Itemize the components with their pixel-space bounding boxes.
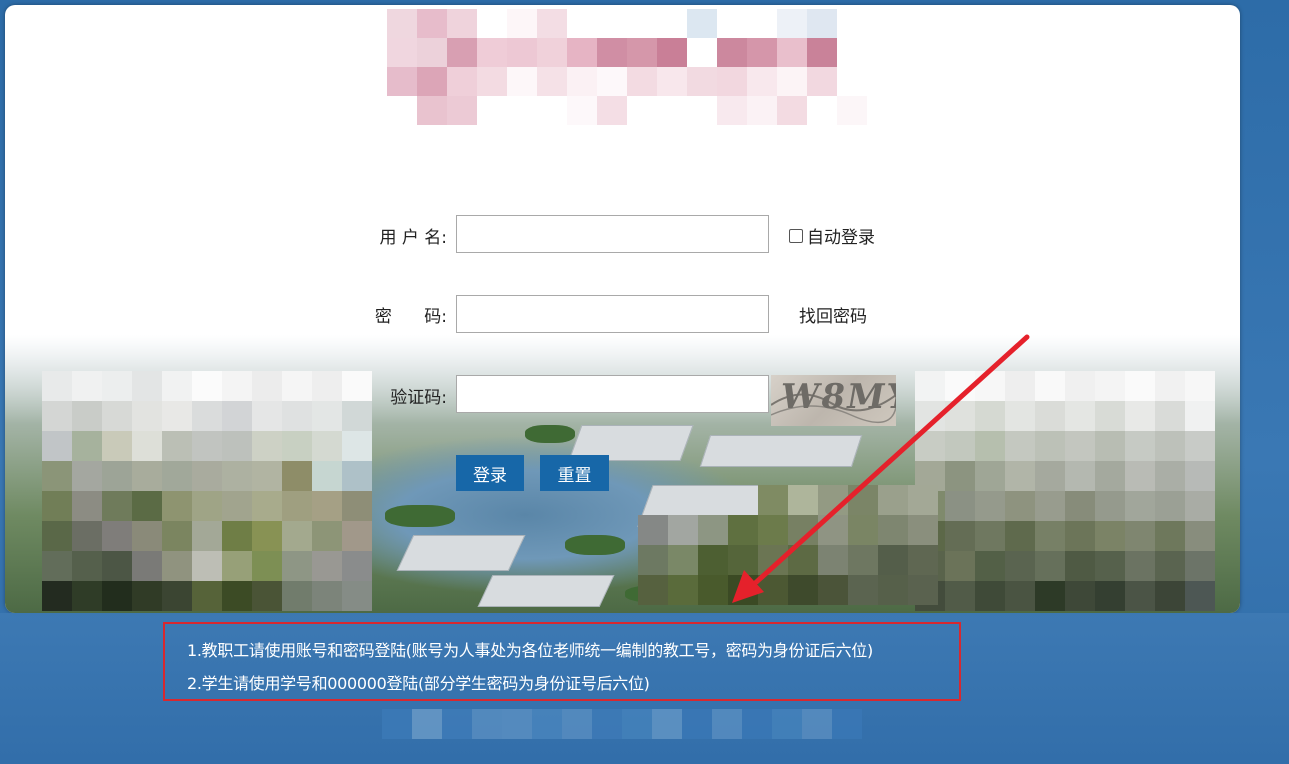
username-label: 用 户 名: bbox=[379, 228, 447, 248]
captcha-label: 验证码: bbox=[390, 388, 447, 408]
password-input[interactable] bbox=[456, 295, 769, 333]
reset-button[interactable]: 重置 bbox=[540, 455, 609, 491]
center-mosaic bbox=[638, 485, 938, 605]
captcha-input[interactable] bbox=[456, 375, 769, 413]
footer-mosaic bbox=[382, 709, 862, 739]
username-input[interactable] bbox=[456, 215, 769, 253]
captcha-image-text: W8MY bbox=[777, 377, 896, 417]
login-panel: 用 户 名: 自动登录 密 码: 找回密码 验证码: W8MY 登录 重置 bbox=[5, 5, 1240, 613]
auto-login-label: 自动登录 bbox=[807, 228, 875, 248]
login-button[interactable]: 登录 bbox=[456, 455, 524, 491]
checkbox-icon[interactable] bbox=[789, 228, 803, 243]
logo-mosaic bbox=[387, 9, 867, 125]
notice-line-staff: 1.教职工请使用账号和密码登陆(账号为人事处为各位老师统一编制的教工号，密码为身… bbox=[187, 641, 873, 660]
notice-line-student: 2.学生请使用学号和000000登陆(部分学生密码为身份证号后六位) bbox=[187, 674, 650, 693]
auto-login-option[interactable]: 自动登录 bbox=[789, 223, 875, 248]
recover-password-link[interactable]: 找回密码 bbox=[799, 302, 867, 327]
captcha-image[interactable]: W8MY bbox=[771, 375, 896, 426]
password-label: 密 码: bbox=[374, 307, 447, 327]
right-mosaic bbox=[915, 371, 1215, 611]
left-mosaic bbox=[42, 371, 372, 611]
login-notice-box: 1.教职工请使用账号和密码登陆(账号为人事处为各位老师统一编制的教工号，密码为身… bbox=[163, 622, 961, 701]
